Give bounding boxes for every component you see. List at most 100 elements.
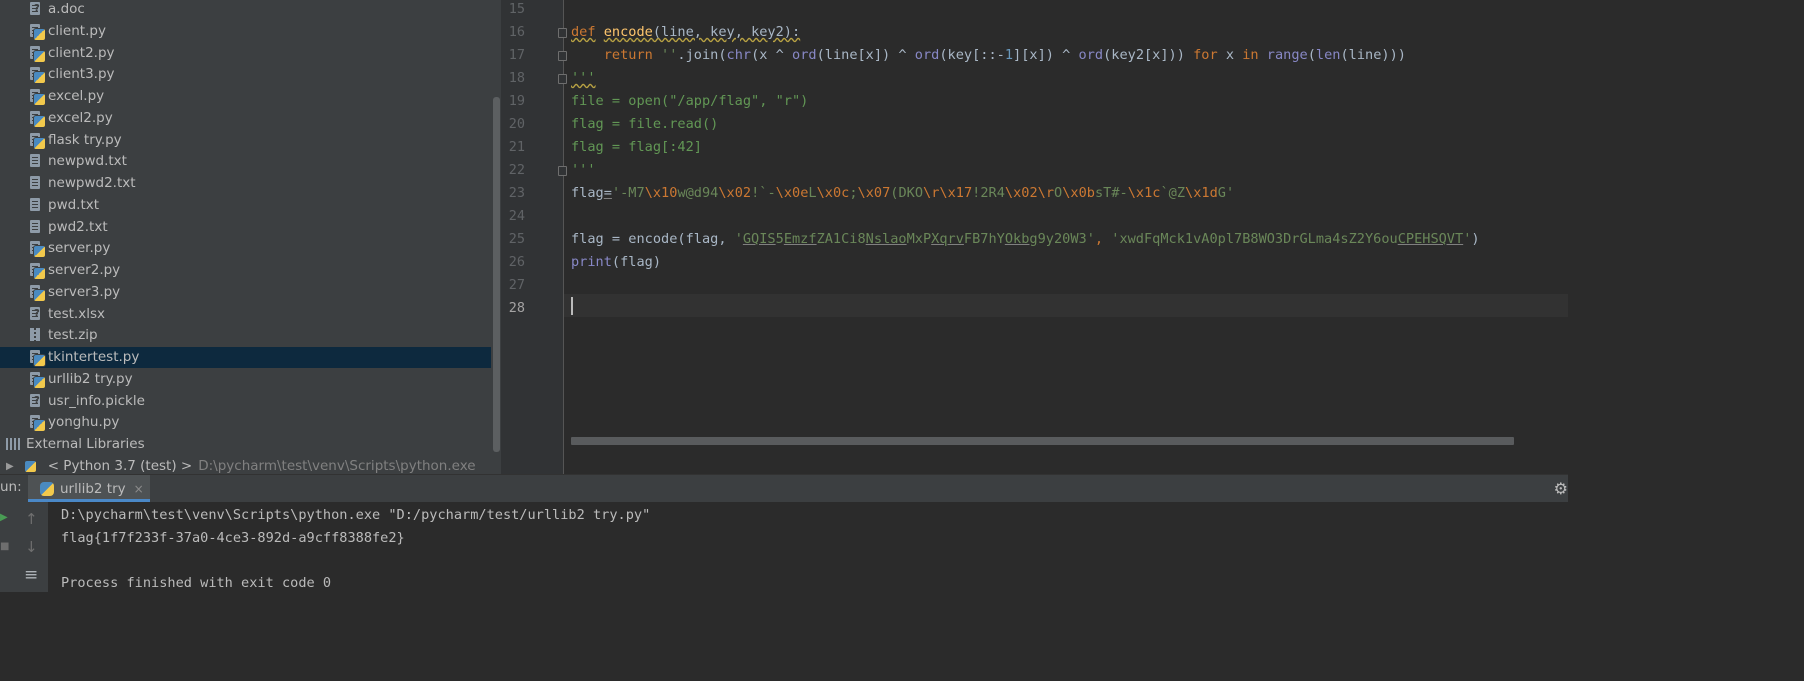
- python-file-icon: [30, 241, 46, 259]
- fold-marker-icon[interactable]: [558, 28, 567, 38]
- tree-item-label: flask try.py: [48, 131, 122, 148]
- tree-item[interactable]: server3.py: [0, 281, 491, 302]
- python-file-icon: [30, 371, 46, 389]
- stop-icon[interactable]: ■: [0, 541, 9, 552]
- tree-item-label: usr_info.pickle: [48, 392, 145, 409]
- tree-item[interactable]: ? a.doc: [0, 0, 491, 20]
- line-number: 25: [508, 231, 525, 247]
- code-line-20[interactable]: flag = file.read(): [571, 113, 718, 136]
- escape-sequence: \x02\r: [1004, 185, 1055, 201]
- string-segment: G': [1217, 185, 1235, 201]
- python-file-icon: [30, 23, 46, 41]
- run-tab-urllib2-try[interactable]: urllib2 try ×: [28, 475, 150, 502]
- expand-arrow-icon[interactable]: ▶: [6, 461, 14, 472]
- python-file-icon: [30, 132, 46, 150]
- python-file-icon: [30, 350, 46, 367]
- tree-item[interactable]: test.zip: [0, 325, 491, 346]
- tree-item-label: test.zip: [48, 327, 98, 344]
- current-line-highlight: [564, 294, 1568, 317]
- tree-item[interactable]: client2.py: [0, 42, 491, 63]
- code-line-22[interactable]: ''': [571, 159, 596, 182]
- tree-item-label: newpwd.txt: [48, 153, 127, 170]
- gear-icon[interactable]: ⚙: [1554, 479, 1568, 498]
- interpreter-path: D:\pycharm\test\venv\Scripts\python.exe: [198, 458, 476, 474]
- escape-sequence: \x0e: [775, 185, 809, 201]
- code-line-25[interactable]: flag = encode(flag, 'GQIS5EmzfZA1Ci8Nsla…: [571, 228, 1480, 251]
- external-libraries-label: External Libraries: [26, 436, 145, 452]
- escape-sequence: \x0c: [816, 185, 850, 201]
- line-number: 26: [508, 254, 525, 270]
- editor-horizontal-scrollbar[interactable]: [571, 437, 1514, 445]
- doc-file-icon: ?: [30, 2, 42, 16]
- code-line-26[interactable]: print(flag): [571, 251, 661, 274]
- scroll-down-icon[interactable]: ↓: [25, 538, 38, 556]
- run-panel-header: un: urllib2 try × ⚙: [0, 475, 1568, 502]
- line-number: 19: [508, 93, 525, 109]
- tree-item[interactable]: excel2.py: [0, 107, 491, 128]
- tree-item[interactable]: newpwd2.txt: [0, 173, 491, 194]
- string-segment: L: [808, 185, 817, 201]
- code-line-17[interactable]: return ''.join(chr(x ^ ord(line[x]) ^ or…: [571, 44, 1406, 67]
- line-number: 22: [508, 162, 525, 178]
- rerun-icon[interactable]: ▶: [0, 512, 8, 523]
- console-line: flag{1f7f233f-37a0-4ce3-892d-a9cff8388fe…: [61, 530, 405, 546]
- string-segment: (DKO: [890, 185, 924, 201]
- python-file-icon: [30, 284, 46, 302]
- tree-item[interactable]: server.py: [0, 238, 491, 259]
- tree-item[interactable]: ? test.xlsx: [0, 303, 491, 324]
- external-libraries-node[interactable]: External Libraries: [6, 434, 145, 454]
- tree-item[interactable]: client3.py: [0, 64, 491, 85]
- code-line-18[interactable]: ''': [571, 67, 596, 90]
- python-file-icon: [30, 67, 46, 85]
- line-number: 16: [508, 24, 525, 40]
- fold-marker-icon[interactable]: [558, 166, 567, 176]
- close-icon[interactable]: ×: [134, 482, 144, 496]
- tree-item-label: test.xlsx: [48, 305, 105, 322]
- tree-item[interactable]: yonghu.py: [0, 412, 491, 433]
- tree-item[interactable]: client.py: [0, 20, 491, 41]
- python-file-icon: [30, 89, 46, 106]
- tree-item[interactable]: tkintertest.py: [0, 346, 491, 368]
- tree-item[interactable]: excel.py: [0, 86, 491, 107]
- line-number: 23: [508, 185, 525, 201]
- fold-marker-icon[interactable]: [558, 51, 567, 61]
- console-line: Process finished with exit code 0: [61, 575, 332, 591]
- soft-wrap-icon[interactable]: ≡: [24, 565, 38, 585]
- tree-item[interactable]: ? usr_info.pickle: [0, 390, 491, 411]
- text-file-icon: [30, 176, 42, 190]
- escape-sequence: \r\x17: [923, 185, 973, 201]
- tree-item-label: urllib2 try.py: [48, 370, 133, 387]
- tree-item[interactable]: newpwd.txt: [0, 151, 491, 172]
- zip-file-icon: [30, 328, 42, 342]
- interpreter-node[interactable]: ▶ < Python 3.7 (test) > D:\pycharm\test\…: [6, 456, 476, 474]
- tree-item-label: excel2.py: [48, 109, 113, 126]
- tree-item[interactable]: urllib2 try.py: [0, 368, 491, 389]
- string-segment: !`-: [751, 185, 776, 201]
- fold-marker-icon[interactable]: [558, 74, 567, 84]
- code-line-16[interactable]: def encode(line, key, key2):: [571, 21, 800, 44]
- tree-item[interactable]: flask try.py: [0, 129, 491, 150]
- run-console-output[interactable]: D:\pycharm\test\venv\Scripts\python.exe …: [48, 502, 1568, 592]
- line-number: 20: [508, 116, 525, 132]
- run-tab-title: urllib2 try: [60, 480, 126, 497]
- unknown-file-icon: ?: [30, 306, 42, 321]
- code-line-23[interactable]: flag='-M7\x10w@d94\x02!`-\x0eL\x0c;\x07(…: [571, 182, 1234, 205]
- project-tree-scrollbar[interactable]: [493, 97, 500, 452]
- string-segment: O: [1054, 185, 1063, 201]
- python-file-icon: [40, 481, 54, 496]
- string-segment: w@d94: [677, 185, 719, 201]
- tree-item-label: pwd.txt: [48, 196, 100, 213]
- code-line-19[interactable]: file = open("/app/flag", "r"): [571, 90, 808, 113]
- tree-item[interactable]: server2.py: [0, 260, 491, 281]
- project-tree[interactable]: ? a.doc client.py client2.py client3.py excel…: [0, 0, 501, 474]
- gutter-divider: [563, 0, 564, 474]
- code-editor[interactable]: 15 16 17 18 19 20 21 22 23 24 25 26 27 28 def encode(…: [501, 0, 1568, 474]
- python-file-icon: [30, 415, 46, 433]
- tree-item[interactable]: pwd.txt: [0, 194, 491, 215]
- python-interpreter-icon: [23, 459, 37, 473]
- string-segment: '-M7: [611, 185, 645, 201]
- escape-sequence: \x02: [718, 185, 752, 201]
- scroll-up-icon[interactable]: ↑: [25, 510, 38, 528]
- tree-item[interactable]: pwd2.txt: [0, 216, 491, 237]
- code-line-21[interactable]: flag = flag[:42]: [571, 136, 702, 159]
